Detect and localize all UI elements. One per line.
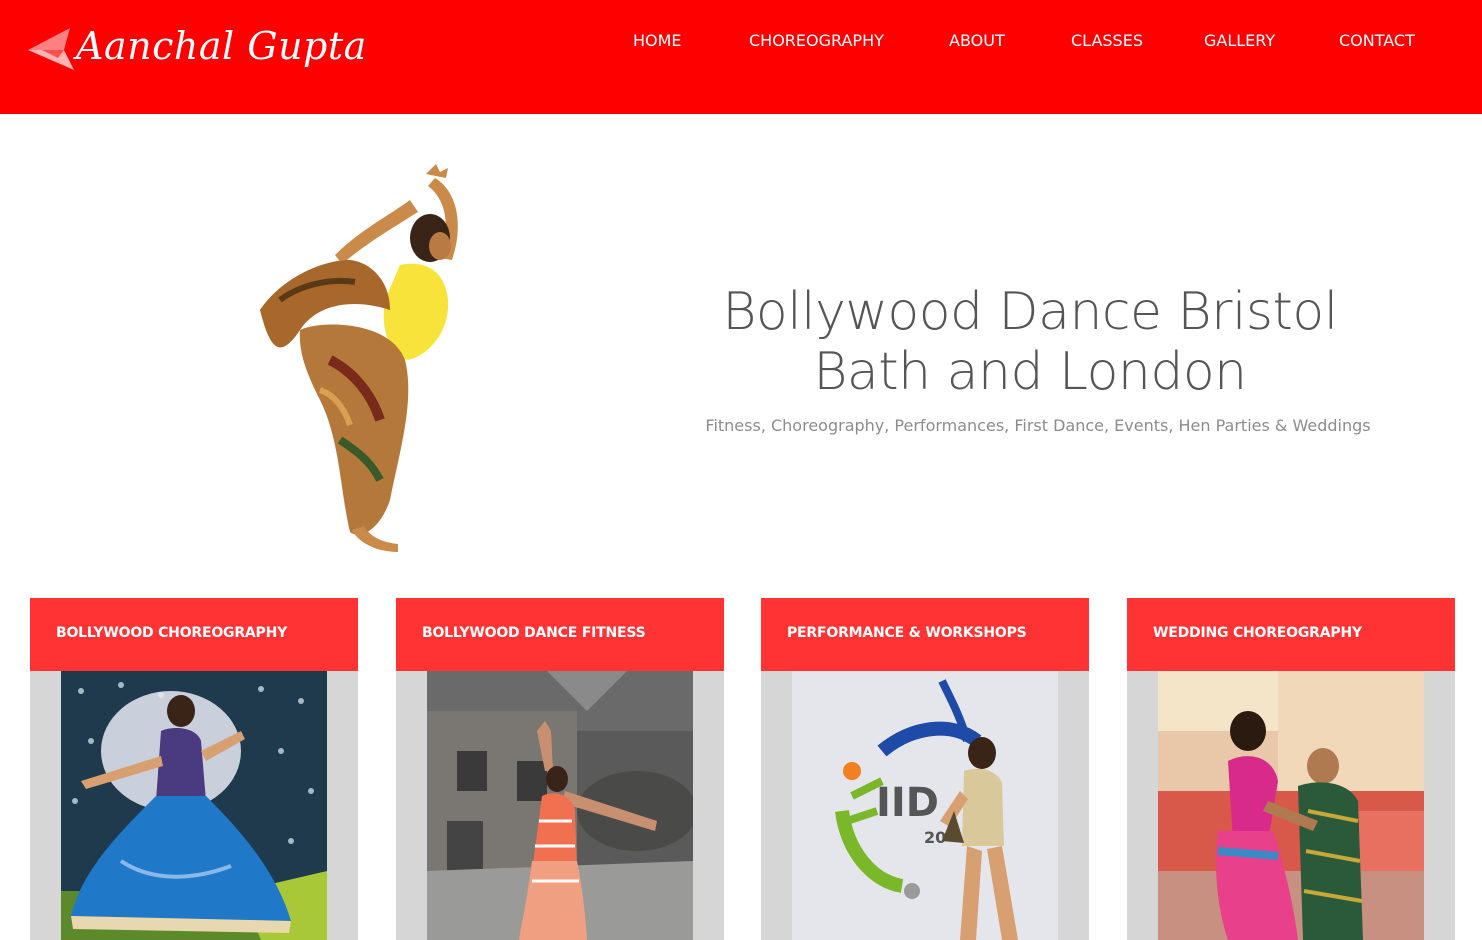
nav-classes[interactable]: CLASSES — [1071, 31, 1143, 50]
svg-text:20: 20 — [924, 828, 946, 847]
site-header: Aanchal Gupta HOME CHOREOGRAPHY ABOUT CL… — [0, 0, 1482, 114]
service-card-fitness[interactable]: BOLLYWOOD DANCE FITNESS — [396, 598, 724, 940]
hero-dancer-image — [240, 160, 500, 560]
card-header[interactable]: WEDDING CHOREOGRAPHY — [1127, 598, 1455, 671]
nav-gallery[interactable]: GALLERY — [1204, 31, 1275, 50]
page-title-line1: Bollywood Dance Bristol — [722, 282, 1338, 342]
card-title[interactable]: BOLLYWOOD CHOREOGRAPHY — [56, 625, 287, 641]
main-nav: HOME CHOREOGRAPHY ABOUT CLASSES GALLERY … — [0, 31, 1482, 55]
card-header[interactable]: BOLLYWOOD CHOREOGRAPHY — [30, 598, 358, 671]
stage-dancer-photo[interactable] — [61, 671, 327, 940]
page-subtitle: Fitness, Choreography, Performances, Fir… — [705, 416, 1371, 435]
svg-text:IID: IID — [876, 780, 939, 826]
wedding-couple-photo[interactable] — [1158, 671, 1424, 940]
nav-choreography[interactable]: CHOREOGRAPHY — [749, 31, 884, 50]
nav-about[interactable]: ABOUT — [949, 31, 1005, 50]
card-title[interactable]: WEDDING CHOREOGRAPHY — [1153, 625, 1362, 641]
nav-home[interactable]: HOME — [633, 31, 682, 50]
service-card-performance[interactable]: PERFORMANCE & WORKSHOPS IID 20 — [761, 598, 1089, 940]
service-card-wedding[interactable]: WEDDING CHOREOGRAPHY — [1127, 598, 1455, 940]
page-title: Bollywood Dance Bristol Bath and London — [700, 282, 1360, 402]
service-card-choreography[interactable]: BOLLYWOOD CHOREOGRAPHY — [30, 598, 358, 940]
card-header[interactable]: PERFORMANCE & WORKSHOPS — [761, 598, 1089, 671]
award-dancer-photo[interactable]: IID 20 — [792, 671, 1058, 940]
card-title[interactable]: PERFORMANCE & WORKSHOPS — [787, 625, 1027, 641]
street-dancer-photo[interactable] — [427, 671, 693, 940]
card-header[interactable]: BOLLYWOOD DANCE FITNESS — [396, 598, 724, 671]
card-title[interactable]: BOLLYWOOD DANCE FITNESS — [422, 625, 646, 641]
nav-contact[interactable]: CONTACT — [1339, 31, 1415, 50]
page-title-line2: Bath and London — [813, 342, 1247, 402]
